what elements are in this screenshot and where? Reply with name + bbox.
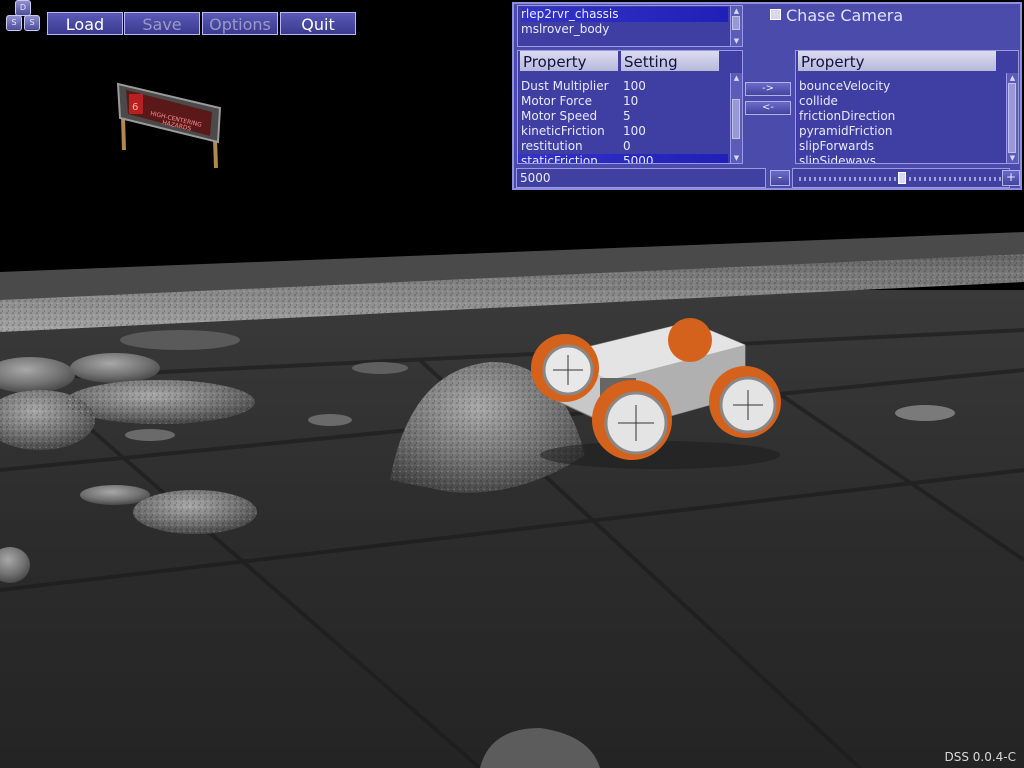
row-property: staticFriction	[521, 154, 598, 164]
row-setting: 5000	[623, 154, 654, 164]
scroll-thumb[interactable]	[732, 16, 740, 30]
row-property: Dust Multiplier	[521, 79, 609, 93]
chase-camera-label: Chase Camera	[786, 6, 904, 25]
hazard-sign-number: 6	[132, 102, 138, 113]
row-setting: 0	[623, 139, 631, 153]
table-row[interactable]: Dust Multiplier 100	[518, 79, 728, 94]
table-row[interactable]: staticFriction 5000	[518, 154, 728, 164]
options-button[interactable]: Options	[202, 12, 278, 35]
add-property-button[interactable]: ->	[745, 82, 791, 96]
table-row[interactable]: restitution 0	[518, 139, 728, 154]
scroll-down-icon[interactable]: ▼	[732, 154, 741, 162]
row-setting: 100	[623, 124, 646, 138]
scroll-up-icon[interactable]: ▲	[732, 7, 741, 15]
row-property: Motor Speed	[521, 109, 598, 123]
row-property: restitution	[521, 139, 583, 153]
body-list[interactable]: rlep2rvr_chassis mslrover_body ▲ ▼	[517, 5, 743, 47]
logo-letter-s2: S	[24, 15, 40, 31]
list-item[interactable]: collide	[799, 94, 838, 109]
body-list-scrollbar[interactable]: ▲ ▼	[730, 6, 742, 46]
increment-button[interactable]: +	[1002, 170, 1020, 186]
chase-camera-checkbox[interactable]	[770, 9, 781, 20]
scroll-thumb[interactable]	[732, 99, 740, 139]
column-header-property-available[interactable]: Property	[798, 51, 996, 71]
row-property: kineticFriction	[521, 124, 605, 138]
list-item[interactable]: frictionDirection	[799, 109, 895, 124]
scroll-down-icon[interactable]: ▼	[1008, 154, 1017, 162]
row-setting: 100	[623, 79, 646, 93]
decrement-button[interactable]: -	[770, 170, 790, 186]
scroll-down-icon[interactable]: ▼	[732, 37, 741, 45]
properties-scrollbar[interactable]: ▲ ▼	[730, 73, 742, 163]
save-button[interactable]: Save	[124, 12, 200, 35]
row-property: Motor Force	[521, 94, 592, 108]
table-row[interactable]: kineticFriction 100	[518, 124, 728, 139]
value-slider[interactable]	[792, 168, 1010, 188]
row-setting: 5	[623, 109, 631, 123]
slider-knob[interactable]	[898, 172, 906, 184]
scroll-thumb[interactable]	[1008, 83, 1016, 153]
column-header-setting[interactable]: Setting	[621, 51, 719, 71]
list-item[interactable]: slipForwards	[799, 139, 874, 154]
hazard-sign: 6 HIGH-CENTERING HAZARDS	[116, 82, 222, 169]
quit-button[interactable]: Quit	[280, 12, 356, 35]
version-label: DSS 0.0.4-C	[944, 750, 1016, 764]
body-item-chassis[interactable]: rlep2rvr_chassis	[521, 7, 728, 22]
logo-letter-s1: S	[6, 15, 22, 31]
property-value-field[interactable]: 5000	[516, 168, 766, 188]
assigned-properties-table[interactable]: Property Setting Dust Multiplier 100 Motor…	[517, 50, 743, 164]
list-item[interactable]: bounceVelocity	[799, 79, 890, 94]
available-properties-table[interactable]: Property bounceVelocity collide frictionDi…	[795, 50, 1019, 164]
scroll-up-icon[interactable]: ▲	[732, 74, 741, 82]
table-row[interactable]: Motor Speed 5	[518, 109, 728, 124]
list-item[interactable]: slipSideways	[799, 154, 876, 163]
available-scrollbar[interactable]: ▲ ▼	[1006, 73, 1018, 163]
scroll-up-icon[interactable]: ▲	[1008, 74, 1017, 82]
table-row[interactable]: Motor Force 10	[518, 94, 728, 109]
list-item[interactable]: pyramidFriction	[799, 124, 893, 139]
logo-letter-d: D	[15, 0, 31, 16]
physics-property-panel: rlep2rvr_chassis mslrover_body ▲ ▼ Chase…	[512, 2, 1022, 190]
remove-property-button[interactable]: <-	[745, 101, 791, 115]
body-item-mslrover[interactable]: mslrover_body	[521, 22, 609, 37]
column-header-property[interactable]: Property	[520, 51, 618, 71]
row-setting: 10	[623, 94, 639, 108]
load-button[interactable]: Load	[47, 12, 123, 35]
dss-logo: D S S	[2, 0, 42, 32]
